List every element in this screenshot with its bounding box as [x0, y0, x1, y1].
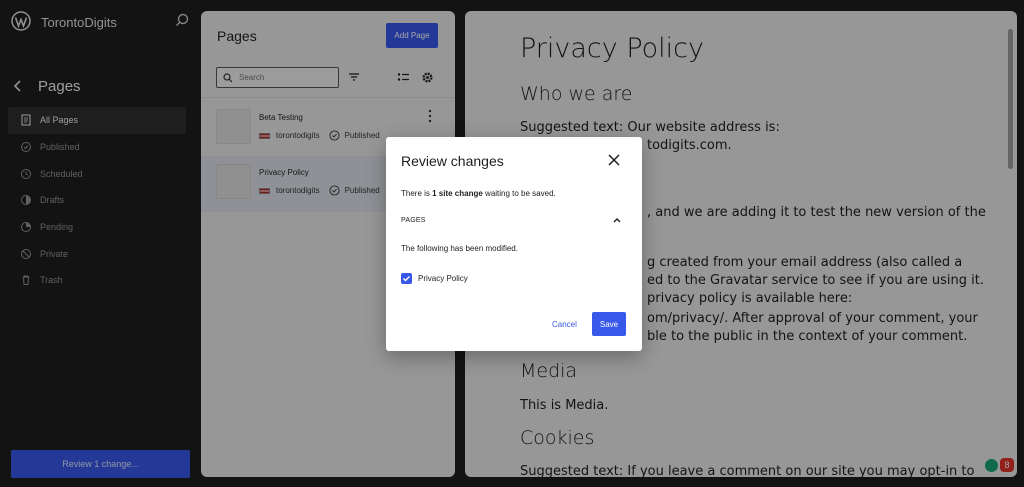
message-suffix: waiting to be saved. [482, 189, 556, 198]
modified-text: The following has been modified. [401, 244, 518, 253]
cancel-button[interactable]: Cancel [552, 320, 577, 329]
message-count: 1 site change [432, 189, 483, 198]
review-changes-modal: Review changes There is 1 site change wa… [386, 137, 642, 351]
chevron-up-icon[interactable] [612, 215, 622, 225]
checkbox-label[interactable]: Privacy Policy [418, 274, 468, 283]
modal-message: There is 1 site change waiting to be sav… [401, 189, 556, 198]
message-prefix: There is [401, 189, 433, 198]
section-label[interactable]: PAGES [401, 217, 426, 224]
close-icon[interactable] [607, 153, 621, 167]
modal-title: Review changes [401, 153, 504, 169]
privacy-policy-checkbox[interactable] [401, 273, 412, 284]
save-button[interactable]: Save [592, 312, 626, 336]
